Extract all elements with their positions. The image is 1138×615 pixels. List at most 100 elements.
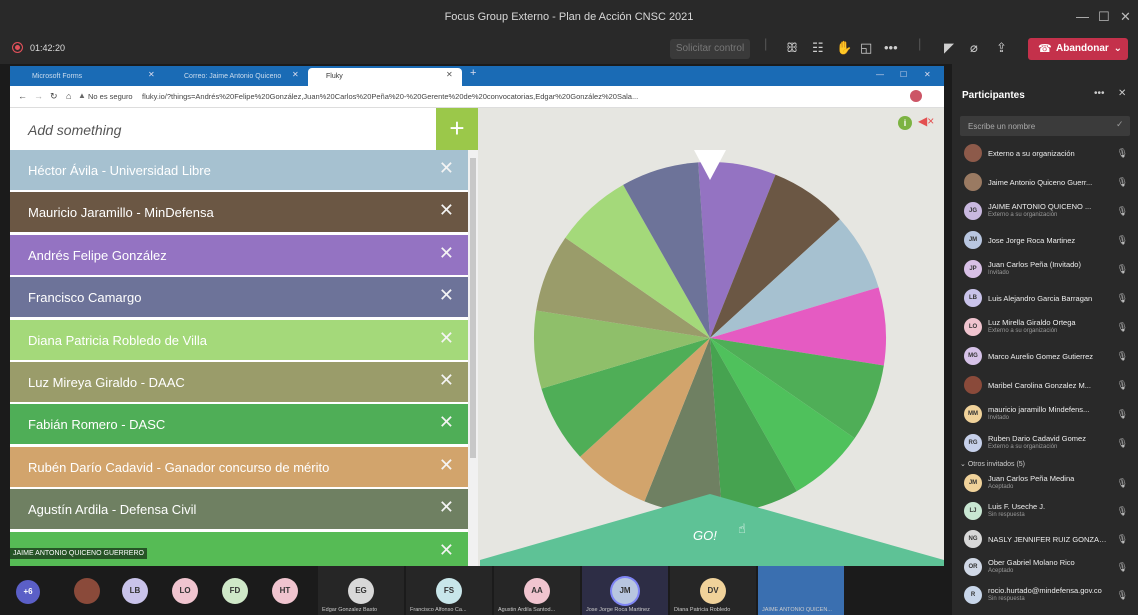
- remove-icon[interactable]: ✕: [439, 158, 454, 179]
- avatar[interactable]: HT: [272, 578, 298, 604]
- participant-status: Invitado: [988, 415, 1010, 421]
- new-tab-icon[interactable]: +: [470, 67, 476, 79]
- request-control-button[interactable]: Solicitar control: [670, 39, 750, 59]
- back-icon[interactable]: ←: [18, 91, 27, 101]
- camera-off-icon[interactable]: ◤: [944, 40, 954, 56]
- entry-label: Agustín Ardila - Defensa Civil: [28, 502, 197, 518]
- video-tile[interactable]: FS Francisco Alfonso Ca...: [406, 566, 492, 615]
- video-tile[interactable]: DV Diana Patricia Robledo: [670, 566, 756, 615]
- participant-item[interactable]: NG NASLY JENNIFER RUIZ GONZALEZ 🎙︎: [960, 526, 1136, 552]
- check-icon[interactable]: ✓: [1116, 119, 1124, 130]
- participants-icon[interactable]: ꕥ: [786, 40, 798, 56]
- leave-button[interactable]: ☎ Abandonar ⌄: [1028, 38, 1128, 60]
- participant-item[interactable]: LB Luis Alejandro Garcia Barragan 🎙︎: [960, 285, 1136, 311]
- rooms-icon[interactable]: ◱: [860, 40, 872, 56]
- list-item[interactable]: Agustín Ardila - Defensa Civil ✕: [10, 489, 468, 530]
- tile-name: Jose Jorge Roca Martinez: [586, 607, 650, 613]
- other-invitees-header[interactable]: ⌄ Otros invitados (5): [960, 460, 1025, 468]
- list-item[interactable]: Andrés Felipe González ✕: [10, 234, 468, 275]
- close-tab-icon[interactable]: ✕: [446, 70, 453, 79]
- tab-fluky[interactable]: Fluky: [308, 68, 462, 86]
- participant-item[interactable]: JM Jose Jorge Roca Martinez 🎙︎: [960, 227, 1136, 253]
- close-tab-icon[interactable]: ✕: [292, 70, 299, 79]
- list-item[interactable]: Francisco Camargo ✕: [10, 277, 468, 318]
- list-item[interactable]: Luz Mireya Giraldo - DAAC ✕: [10, 362, 468, 402]
- avatar[interactable]: FD: [222, 578, 248, 604]
- reload-icon[interactable]: ↻: [50, 91, 58, 102]
- minimize-icon[interactable]: —: [876, 70, 884, 79]
- remove-icon[interactable]: ✕: [439, 412, 454, 433]
- maximize-icon[interactable]: ☐: [900, 70, 907, 79]
- participant-item[interactable]: Rrocio.hurtado@mindefensa.gov.co Sin resp…: [960, 582, 1136, 608]
- tab-mail[interactable]: Correo: Jaime Antonio Quiceno: [166, 68, 304, 86]
- list-item[interactable]: Diana Patricia Robledo de Villa ✕: [10, 319, 468, 360]
- go-button[interactable]: GO!: [693, 528, 717, 543]
- close-icon[interactable]: ✕: [1120, 9, 1131, 25]
- remove-icon[interactable]: ✕: [439, 243, 454, 264]
- forward-icon[interactable]: →: [34, 91, 43, 101]
- remove-icon[interactable]: ✕: [439, 328, 454, 349]
- participant-item[interactable]: JP Juan Carlos Peña (Invitado) Invitado 🎙︎: [960, 256, 1136, 282]
- remove-icon[interactable]: ✕: [439, 370, 454, 391]
- video-tile[interactable]: JM Jose Jorge Roca Martinez: [582, 566, 668, 615]
- warning-icon: ▲: [78, 91, 86, 100]
- participant-item[interactable]: Externo a su organización 🎙︎: [960, 140, 1136, 166]
- participant-item[interactable]: Jaime Antonio Quiceno Guerr... 🎙︎: [960, 169, 1136, 195]
- address-bar[interactable]: ← → ↻ ⌂ ▲ No es seguro fluky.io/?things=…: [10, 86, 944, 108]
- profile-avatar[interactable]: [910, 90, 922, 102]
- window-titlebar: Focus Group Externo - Plan de Acción CNS…: [0, 0, 1138, 34]
- mic-off-icon[interactable]: ⌀: [970, 40, 978, 56]
- video-tile[interactable]: JAIME ANTONIO QUICEN...: [758, 566, 844, 615]
- participant-item[interactable]: LO Luz Mirella Giraldo Ortega Externo a su…: [960, 314, 1136, 340]
- avatar: MM: [964, 405, 982, 423]
- remove-icon[interactable]: ✕: [439, 285, 454, 306]
- list-item[interactable]: Fabián Romero - DASC ✕: [10, 404, 468, 445]
- spin-wheel[interactable]: [480, 108, 944, 566]
- remove-icon[interactable]: ✕: [439, 540, 454, 561]
- close-icon[interactable]: ✕: [1118, 88, 1126, 99]
- list-item[interactable]: Héctor Ávila - Universidad Libre ✕: [10, 150, 468, 190]
- list-item[interactable]: Rubén Darío Cadavid - Ganador concurso d…: [10, 446, 468, 487]
- avatar[interactable]: LO: [172, 578, 198, 604]
- remove-icon[interactable]: ✕: [439, 200, 454, 221]
- more-participants-badge[interactable]: +6: [16, 580, 40, 604]
- participant-item[interactable]: RG Ruben Dario Cadavid Gomez Externo a su …: [960, 430, 1136, 456]
- participant-name: NASLY JENNIFER RUIZ GONZALEZ: [988, 535, 1108, 544]
- chevron-down-icon: ⌄: [1113, 43, 1122, 54]
- tab-forms[interactable]: Microsoft Forms: [14, 68, 162, 86]
- remove-icon[interactable]: ✕: [439, 497, 454, 518]
- more-icon[interactable]: •••: [884, 40, 898, 55]
- video-tile[interactable]: EG Edgar Gonzalez Basto: [318, 566, 404, 615]
- minimize-icon[interactable]: —: [1076, 9, 1089, 24]
- scrollbar-thumb[interactable]: [470, 158, 476, 458]
- participant-item[interactable]: JG JAIME ANTONIO QUICENO ... Externo a su …: [960, 198, 1136, 224]
- maximize-icon[interactable]: ☐: [1098, 9, 1110, 25]
- presenter-label: JAIME ANTONIO QUICENO GUERRERO: [10, 548, 147, 559]
- participant-search-input[interactable]: Escribe un nombre: [960, 116, 1130, 136]
- more-icon[interactable]: •••: [1094, 88, 1105, 99]
- list-item[interactable]: Mauricio Jaramillo - MinDefensa ✕: [10, 192, 468, 233]
- participant-item[interactable]: LJ Luis F. Useche J. Sin respuesta 🎙︎: [960, 498, 1136, 524]
- mic-icon: 🎙︎: [1116, 534, 1128, 544]
- share-icon[interactable]: ⇪: [996, 40, 1007, 56]
- add-entry-button[interactable]: +: [436, 108, 478, 150]
- raise-hand-icon[interactable]: ✋: [836, 40, 852, 56]
- avatar[interactable]: LB: [122, 578, 148, 604]
- remove-icon[interactable]: ✕: [439, 455, 454, 476]
- video-tile[interactable]: AA Agustin Ardila Santod...: [494, 566, 580, 615]
- scrollbar[interactable]: [468, 150, 478, 566]
- add-entry-input[interactable]: Add something: [10, 108, 436, 150]
- mic-icon: 🎙︎: [1116, 322, 1128, 332]
- chat-icon[interactable]: ☷: [812, 40, 824, 56]
- participant-item[interactable]: MM mauricio jaramillo Mindefens... Invitad…: [960, 401, 1136, 427]
- meeting-toolbar: 01:42:20 Solicitar control | ꕥ ☷ ✋ ◱ •••…: [0, 34, 1138, 64]
- close-tab-icon[interactable]: ✕: [148, 70, 155, 79]
- home-icon[interactable]: ⌂: [66, 91, 71, 101]
- participant-item[interactable]: Maribel Carolina Gonzalez M... 🎙︎: [960, 372, 1136, 398]
- participant-item[interactable]: OR Ober Gabriel Molano Rico Aceptado 🎙︎: [960, 554, 1136, 580]
- url-text[interactable]: fluky.io/?things=Andrés%20Felipe%20Gonzá…: [142, 92, 882, 101]
- avatar: [74, 578, 100, 604]
- close-icon[interactable]: ✕: [924, 70, 931, 79]
- participant-item[interactable]: JM Juan Carlos Peña Medina Aceptado 🎙︎: [960, 470, 1136, 496]
- participant-item[interactable]: MG Marco Aurelio Gomez Gutierrez 🎙︎: [960, 343, 1136, 369]
